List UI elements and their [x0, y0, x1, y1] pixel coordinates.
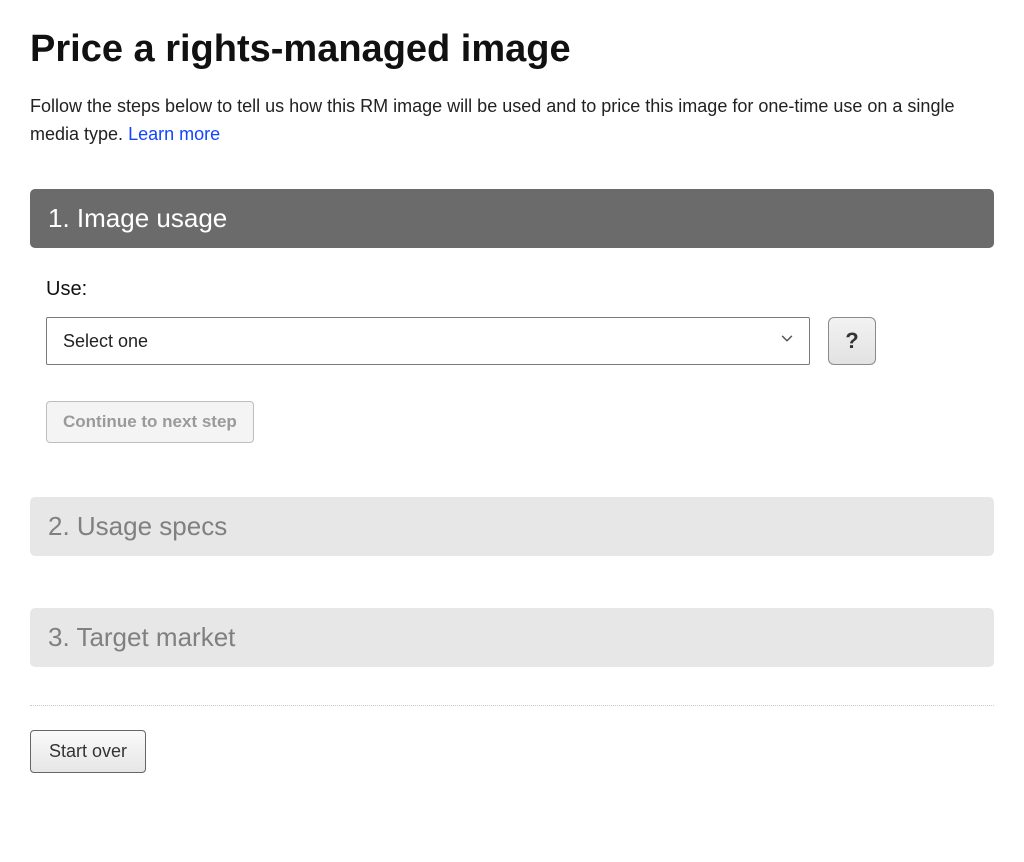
help-button[interactable]: ? [828, 317, 876, 365]
step-1-header: 1. Image usage [30, 189, 994, 248]
spacer [30, 453, 994, 497]
use-select[interactable]: Select one [46, 317, 810, 365]
use-select-row: Select one ? [46, 317, 978, 365]
page-title: Price a rights-managed image [30, 28, 994, 71]
step-1-body: Use: Select one ? Continue to next step [30, 248, 994, 453]
start-over-button[interactable]: Start over [30, 730, 146, 773]
intro-text: Follow the steps below to tell us how th… [30, 93, 994, 149]
continue-button[interactable]: Continue to next step [46, 401, 254, 443]
step-3-header[interactable]: 3. Target market [30, 608, 994, 667]
divider [30, 705, 994, 706]
step-2-header[interactable]: 2. Usage specs [30, 497, 994, 556]
spacer [30, 556, 994, 608]
use-label: Use: [46, 278, 978, 301]
learn-more-link[interactable]: Learn more [128, 124, 220, 144]
use-select-wrapper: Select one [46, 317, 810, 365]
